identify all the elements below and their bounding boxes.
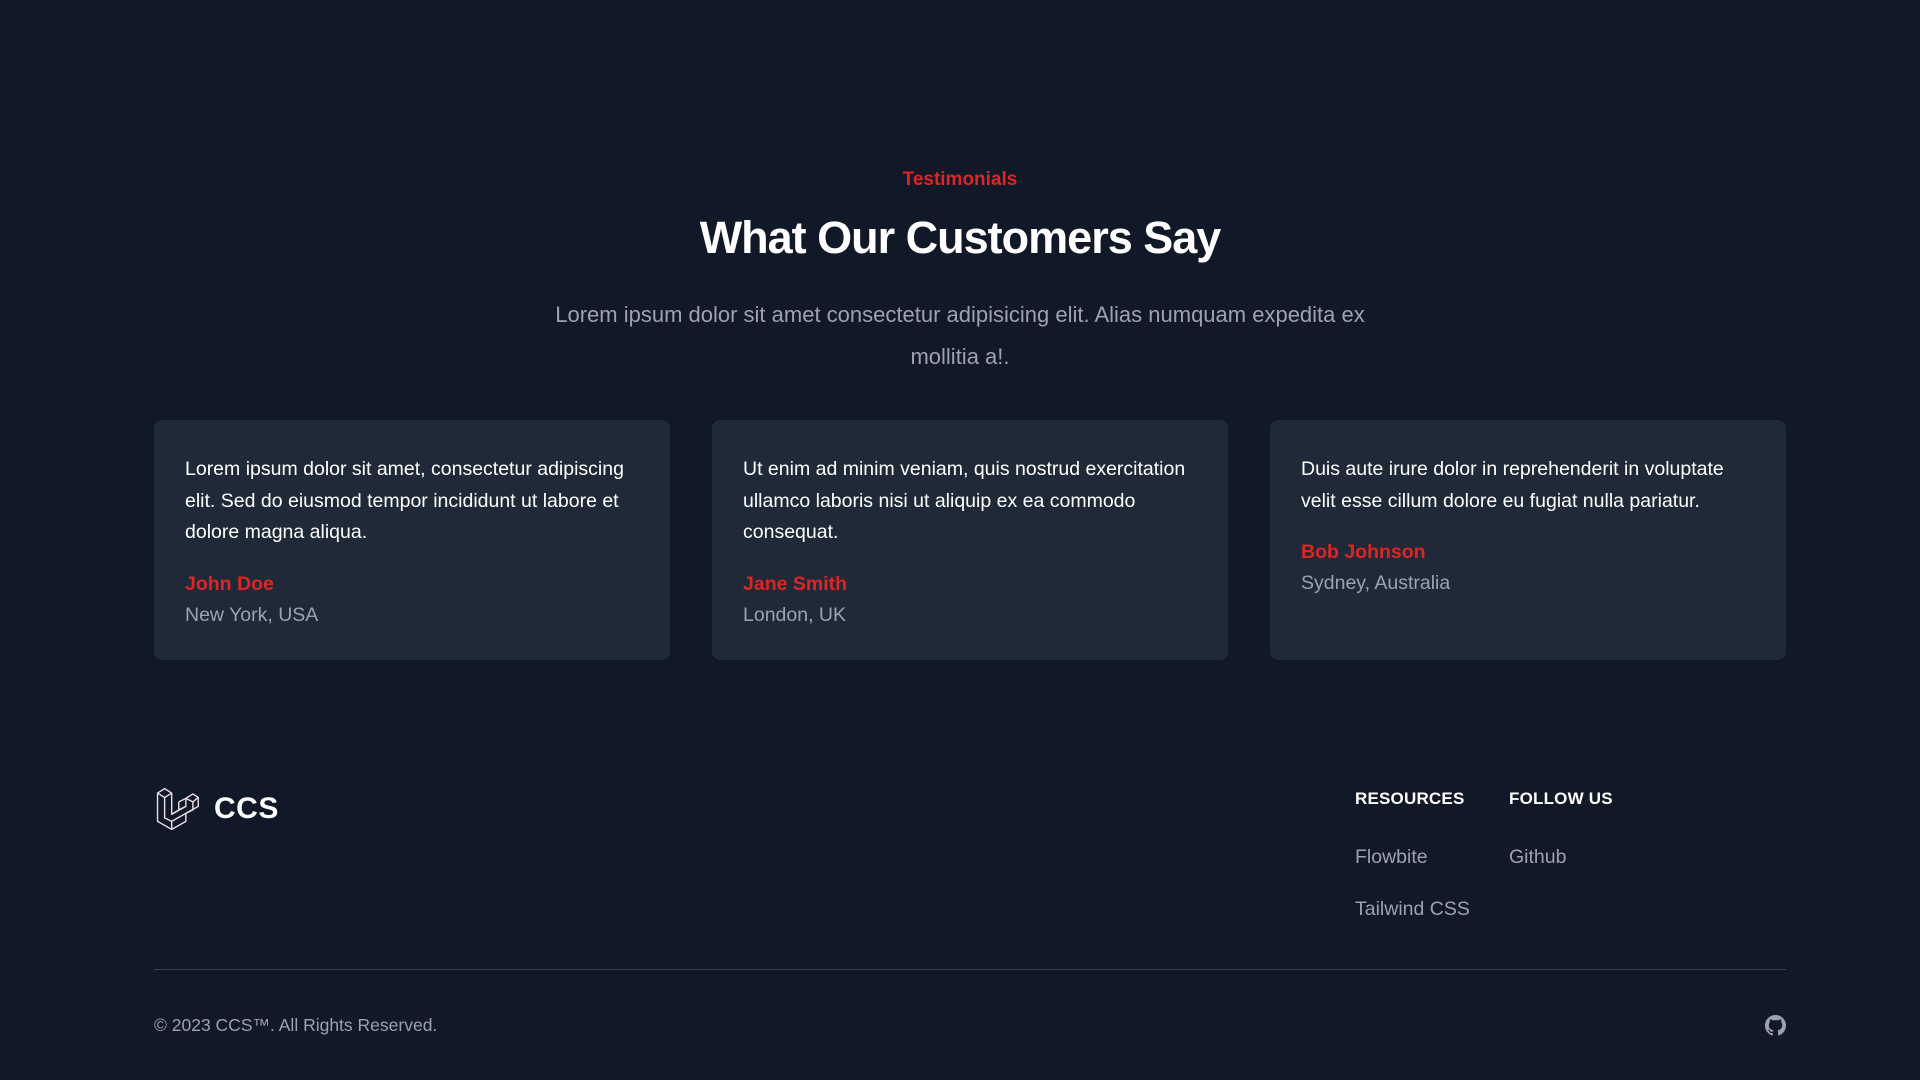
github-icon-glyph [1765,1015,1786,1036]
github-icon[interactable] [1765,1015,1786,1036]
footer-resources: RESOURCES Flowbite Tailwind CSS [1355,786,1470,948]
brand-link[interactable]: CCS [154,786,279,832]
testimonial-quote: Ut enim ad minim veniam, quis nostrud ex… [743,458,1186,543]
footer-follow-us: FOLLOW US Github [1509,786,1613,896]
footer-link-github[interactable]: Github [1509,846,1566,868]
footer-link-tailwind-css[interactable]: Tailwind CSS [1355,898,1470,920]
testimonial-author: John Doe [185,572,274,595]
brand-name: CCS [214,792,279,825]
resources-heading: RESOURCES [1355,789,1465,808]
laravel-logo-icon [156,787,199,831]
testimonial-cards: Lorem ipsum dolor sit amet, consectetur … [154,420,1786,660]
copyright-text: © 2023 CCS™. All Rights Reserved. [154,1015,438,1035]
footer-link-flowbite[interactable]: Flowbite [1355,846,1428,868]
testimonial-card: Lorem ipsum dolor sit amet, consectetur … [154,420,670,660]
follow-links: Github [1509,844,1613,870]
testimonial-card: Duis aute irure dolor in reprehenderit i… [1270,420,1786,660]
testimonial-quote: Duis aute irure dolor in reprehenderit i… [1301,458,1724,512]
resources-links: Flowbite Tailwind CSS [1355,844,1470,922]
testimonial-location: New York, USA [185,603,319,626]
page: Testimonials What Our Customers Say Lore… [0,0,1920,1080]
testimonial-location: Sydney, Australia [1301,572,1451,594]
testimonial-location: London, UK [743,603,846,626]
footer-divider [154,969,1786,970]
section-lead: Lorem ipsum dolor sit amet consectetur a… [555,302,1365,369]
testimonial-quote: Lorem ipsum dolor sit amet, consectetur … [185,458,624,543]
testimonial-card: Ut enim ad minim veniam, quis nostrud ex… [712,420,1228,660]
section-eyebrow: Testimonials [902,169,1018,190]
testimonial-author: Bob Johnson [1301,541,1426,563]
section-heading: What Our Customers Say [699,212,1222,263]
testimonial-author: Jane Smith [743,572,848,595]
follow-us-heading: FOLLOW US [1509,789,1613,808]
